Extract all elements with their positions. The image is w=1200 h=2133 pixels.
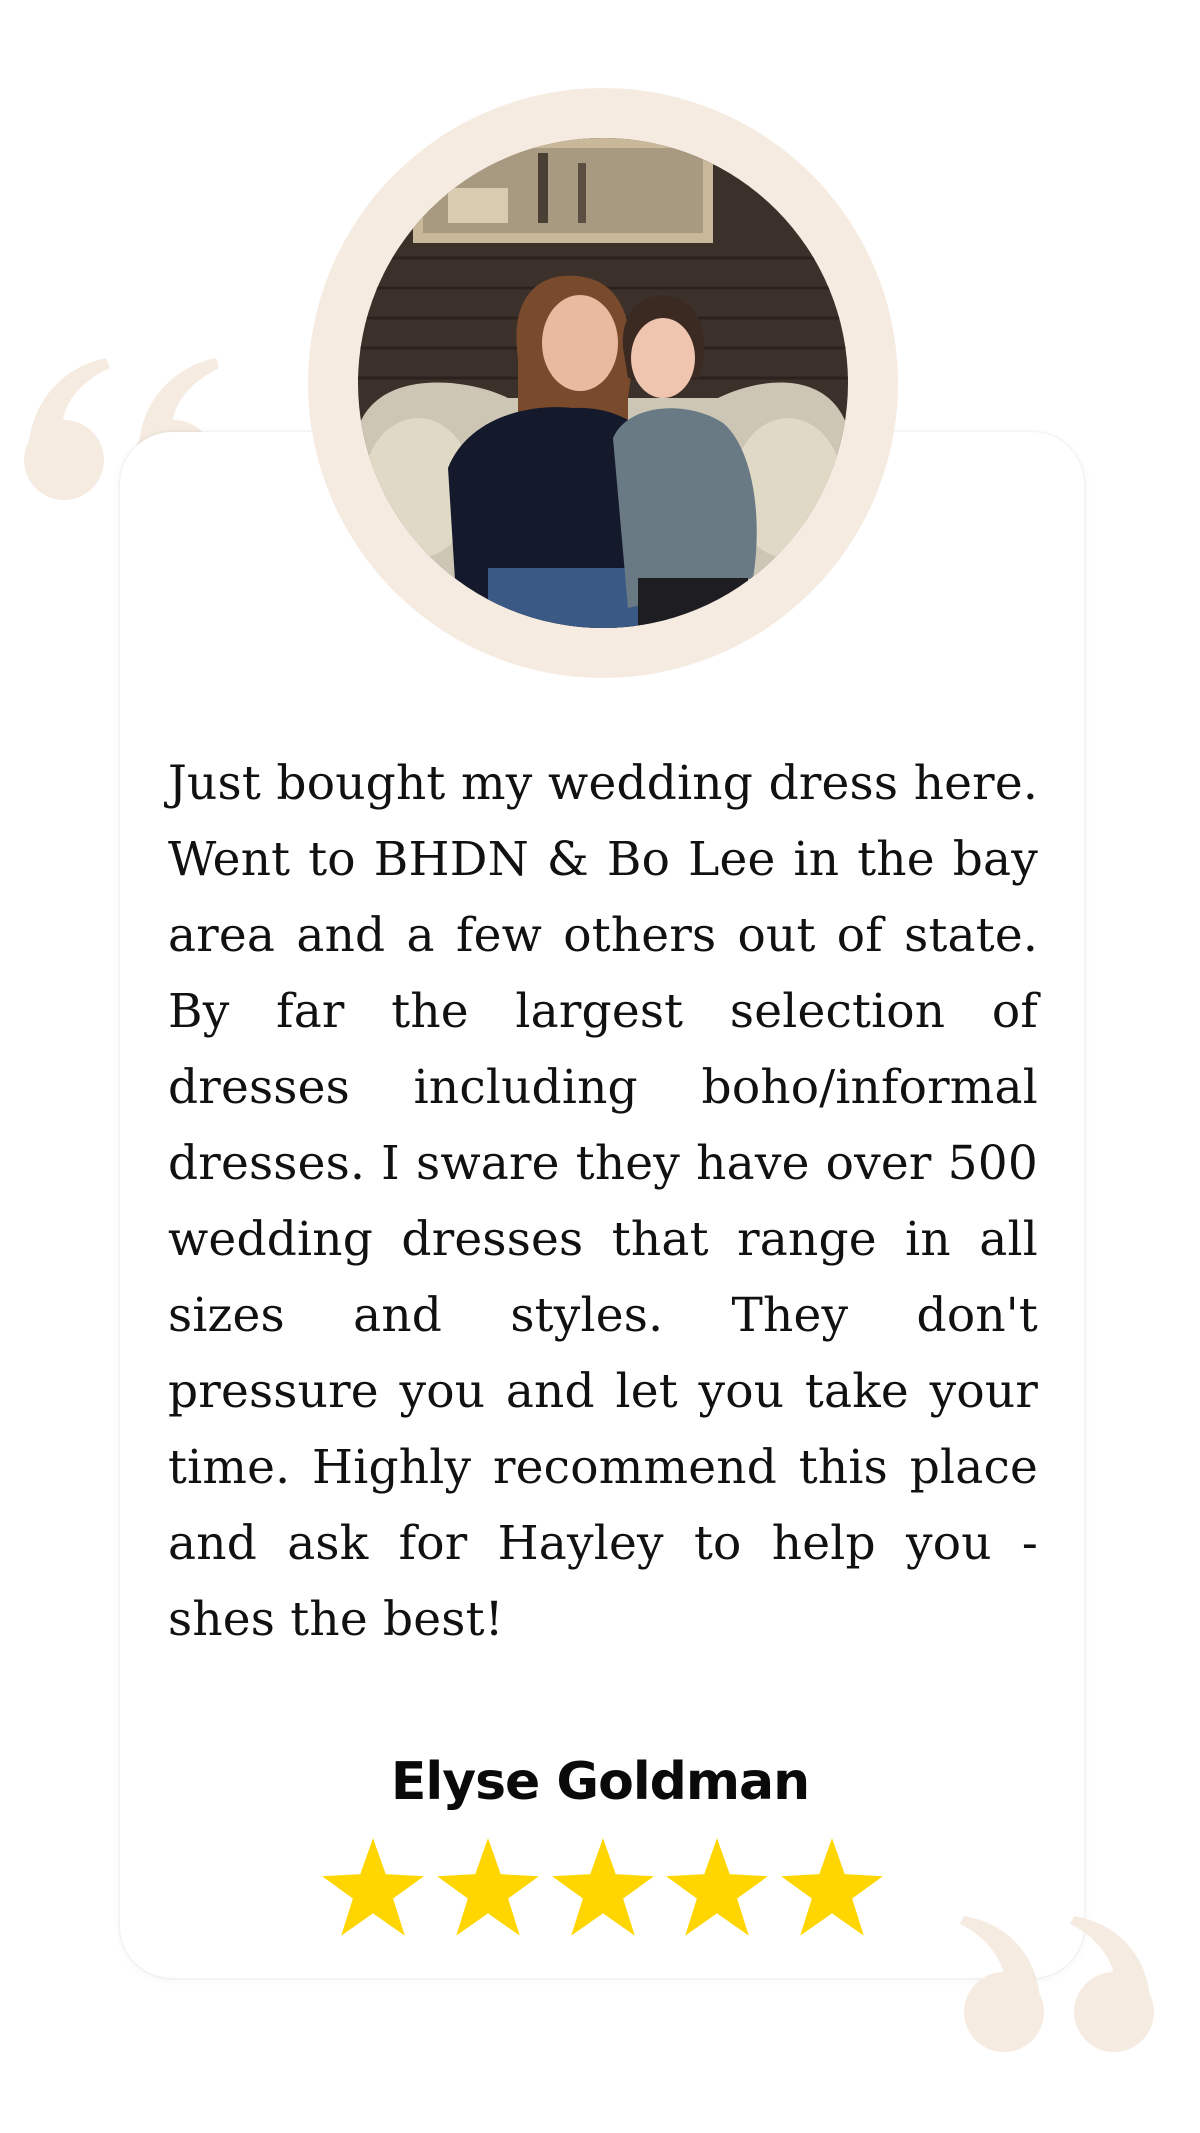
review-text: Just bought my wedding dress here. Went … [168,756,1038,1647]
close-quote-icon [960,1916,1154,2052]
star-icon [781,1838,883,1936]
star-icon [436,1838,539,1936]
star-icon [551,1838,654,1936]
star-icon [666,1838,769,1936]
avatar [358,138,848,628]
star-icon [322,1838,424,1936]
testimonial-section: Just bought my wedding dress here. Went … [0,0,1200,2133]
star-rating [320,1836,885,1946]
reviewer-name: Elyse Goldman [390,1752,810,1812]
avatar-photo [358,138,848,628]
